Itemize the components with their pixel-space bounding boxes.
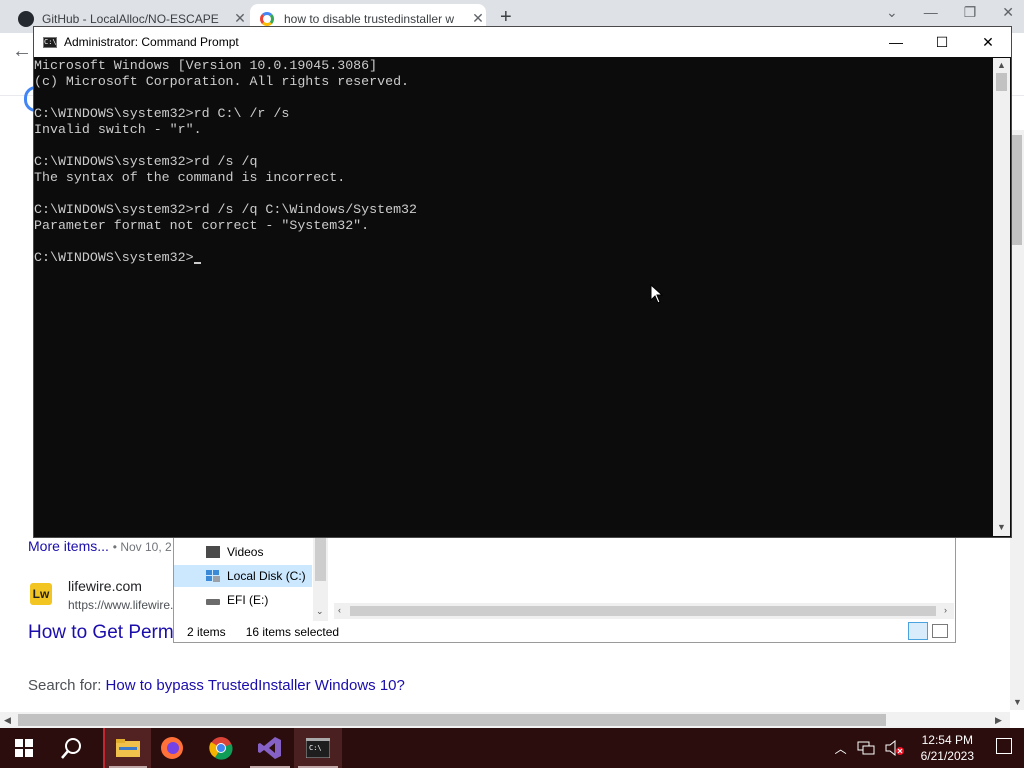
- console-line: Microsoft Windows [Version 10.0.19045.30…: [34, 58, 378, 73]
- taskbar-firefox[interactable]: [148, 728, 196, 768]
- page-vertical-scroll-thumb[interactable]: [1012, 135, 1022, 245]
- search-icon: [61, 738, 81, 759]
- content-scroll-left-icon[interactable]: ‹: [338, 605, 341, 615]
- windows-logo-icon: [15, 739, 33, 757]
- browser-window-controls: ⌄ — ❐ ✕: [886, 4, 1014, 21]
- more-items-date: • Nov 10, 2: [112, 540, 172, 554]
- content-horizontal-scroll-thumb[interactable]: [350, 606, 936, 616]
- clock-time: 12:54 PM: [921, 733, 973, 747]
- cmd-maximize-button[interactable]: ☐: [919, 27, 965, 57]
- nav-scroll-down-icon[interactable]: ⌄: [316, 606, 324, 617]
- visual-studio-icon: [258, 737, 281, 759]
- scroll-left-arrow-icon[interactable]: ◀: [4, 715, 11, 726]
- nav-item-local-disk[interactable]: Local Disk (C:): [174, 565, 312, 587]
- videos-folder-icon: [206, 546, 220, 558]
- search-for-link[interactable]: How to bypass TrustedInstaller Windows 1…: [106, 677, 405, 694]
- drive-icon: [206, 599, 220, 605]
- cmd-scroll-down-icon[interactable]: ▼: [997, 522, 1006, 532]
- show-hidden-icons-chevron-icon[interactable]: ︿: [835, 740, 847, 757]
- console-prompt: C:\WINDOWS\system32>: [34, 250, 194, 265]
- more-items-label[interactable]: More items...: [28, 538, 109, 554]
- status-selected-count: 16 items selected: [245, 624, 340, 639]
- browser-close-button[interactable]: ✕: [1002, 4, 1014, 21]
- svg-text:C:\: C:\: [309, 744, 322, 752]
- browser-minimize-button[interactable]: —: [924, 4, 938, 21]
- tab-search-chevron-icon[interactable]: ⌄: [886, 4, 898, 21]
- command-prompt-icon: C:\: [306, 738, 330, 758]
- back-arrow-icon[interactable]: ←: [12, 40, 32, 63]
- google-icon: [260, 11, 274, 26]
- text-cursor: [193, 262, 201, 264]
- console-output[interactable]: Microsoft Windows [Version 10.0.19045.30…: [34, 58, 992, 536]
- details-view-icon[interactable]: [908, 622, 928, 640]
- result-title-link[interactable]: How to Get Perm: [28, 622, 174, 644]
- console-line: C:\WINDOWS\system32>rd /s /q C:\Windows/…: [34, 202, 418, 217]
- chrome-icon: [209, 737, 233, 760]
- firefox-icon: [161, 737, 183, 759]
- network-icon[interactable]: [857, 740, 875, 756]
- cmd-app-icon: C:\: [43, 36, 57, 48]
- console-prompt-line[interactable]: C:\WINDOWS\system32>: [34, 250, 992, 266]
- nav-item-efi[interactable]: EFI (E:): [174, 589, 312, 611]
- mouse-pointer-icon: [650, 283, 664, 307]
- cmd-title-bar[interactable]: C:\ Administrator: Command Prompt — ☐ ✕: [34, 27, 1011, 57]
- taskbar-visual-studio[interactable]: [246, 728, 294, 768]
- search-for-suggestion: Search for: How to bypass TrustedInstall…: [28, 677, 405, 694]
- github-icon: [18, 10, 34, 27]
- status-item-count: 2 items: [187, 624, 226, 639]
- cmd-vertical-scrollbar[interactable]: [993, 58, 1010, 536]
- console-line: The syntax of the command is incorrect.: [34, 170, 346, 185]
- taskbar-clock[interactable]: 12:54 PM 6/21/2023: [921, 732, 974, 764]
- console-line: Invalid switch - "r".: [34, 122, 202, 137]
- nav-pane-scroll-thumb[interactable]: [315, 537, 326, 581]
- cmd-window-title: Administrator: Command Prompt: [64, 35, 239, 49]
- scroll-down-arrow-icon[interactable]: ▼: [1013, 697, 1022, 707]
- nav-item-label: Local Disk (C:): [227, 569, 306, 583]
- content-scroll-right-icon[interactable]: ›: [944, 605, 947, 615]
- console-line: C:\WINDOWS\system32>rd C:\ /r /s: [34, 106, 290, 121]
- cmd-minimize-button[interactable]: —: [873, 27, 919, 57]
- tab-close-icon[interactable]: ✕: [232, 10, 248, 27]
- notifications-icon[interactable]: [996, 738, 1012, 754]
- explorer-status-bar: 2 items 16 items selected: [174, 621, 954, 642]
- browser-restore-button[interactable]: ❐: [964, 4, 977, 21]
- result-url[interactable]: https://www.lifewire.: [68, 598, 173, 612]
- console-line: Parameter format not correct - "System32…: [34, 218, 370, 233]
- taskbar-search-button[interactable]: [48, 728, 96, 768]
- cmd-scroll-thumb[interactable]: [996, 73, 1007, 91]
- console-line: (c) Microsoft Corporation. All rights re…: [34, 74, 410, 89]
- nav-item-label: EFI (E:): [227, 593, 269, 607]
- nav-item-label: Videos: [227, 545, 264, 559]
- cmd-close-button[interactable]: ✕: [965, 27, 1011, 57]
- search-for-prefix: Search for:: [28, 677, 102, 694]
- lifewire-icon: Lw: [30, 583, 52, 605]
- tab-title: how to disable trustedinstaller w: [284, 11, 455, 26]
- page-horizontal-scroll-thumb[interactable]: [18, 714, 886, 726]
- volume-muted-icon[interactable]: [885, 740, 905, 756]
- local-disk-icon: [206, 570, 220, 582]
- clock-date: 6/21/2023: [920, 749, 974, 763]
- taskbar-chrome[interactable]: [197, 728, 245, 768]
- result-site-name[interactable]: lifewire.com: [68, 578, 142, 594]
- nav-item-videos[interactable]: Videos: [174, 541, 312, 563]
- cmd-scroll-up-icon[interactable]: ▲: [997, 60, 1006, 70]
- folder-icon: [116, 739, 140, 757]
- console-line: C:\WINDOWS\system32>rd /s /q: [34, 154, 258, 169]
- start-button[interactable]: [0, 728, 48, 768]
- tab-close-icon[interactable]: ✕: [470, 10, 486, 27]
- more-items-link[interactable]: More items... • Nov 10, 2: [28, 538, 172, 554]
- system-tray: ︿ 12:54 PM 6/21/2023: [835, 728, 980, 768]
- large-icons-view-icon[interactable]: [932, 624, 948, 638]
- taskbar-file-explorer[interactable]: [103, 728, 151, 768]
- scroll-right-arrow-icon[interactable]: ▶: [995, 715, 1002, 726]
- tab-title: GitHub - LocalAlloc/NO-ESCAPE: [42, 11, 219, 26]
- taskbar-command-prompt[interactable]: C:\: [294, 728, 342, 768]
